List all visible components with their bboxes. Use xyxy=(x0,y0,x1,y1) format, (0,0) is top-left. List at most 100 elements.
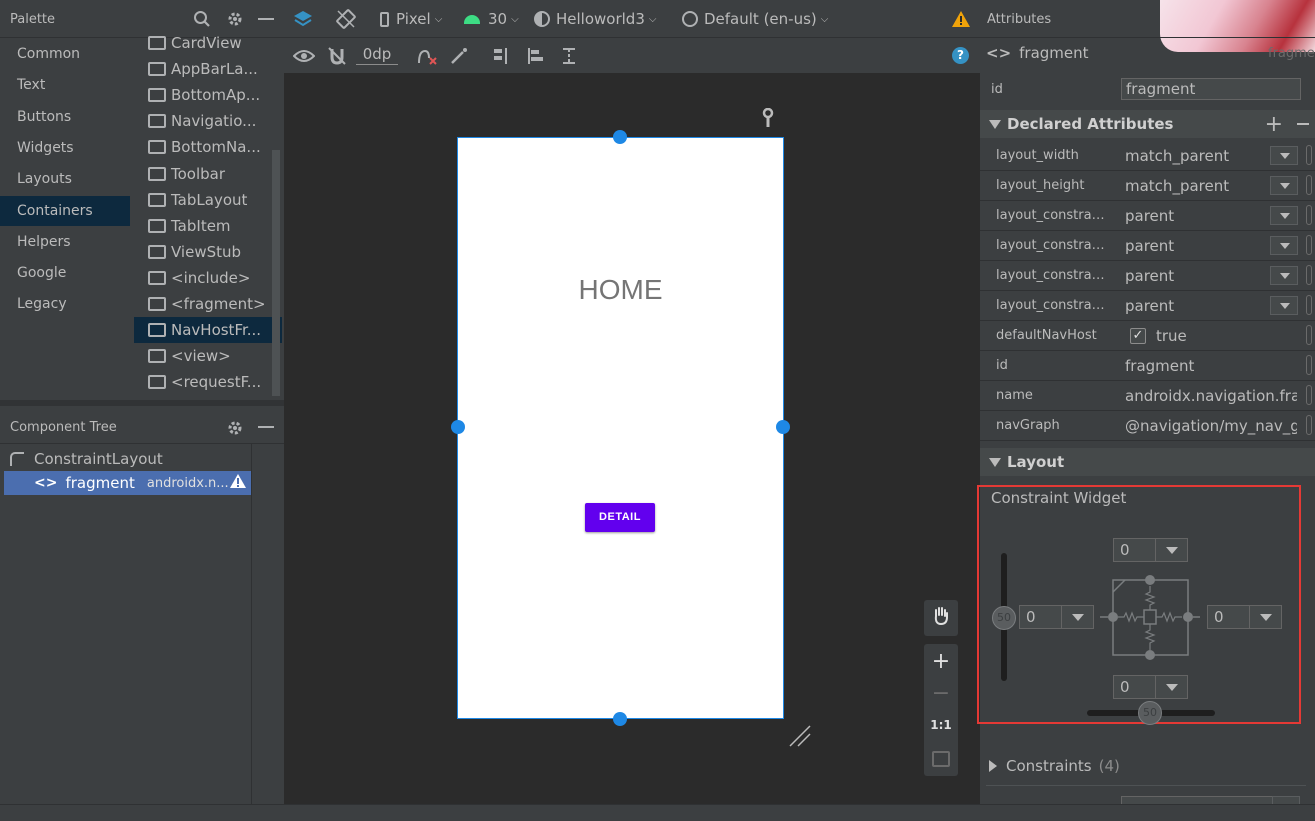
tree-minimize-icon[interactable] xyxy=(258,426,274,428)
tree-item-constraintlayout[interactable]: ConstraintLayout xyxy=(10,448,163,470)
widget-icon xyxy=(148,244,166,259)
home-label[interactable]: HOME xyxy=(457,274,784,306)
chevron-down-icon[interactable] xyxy=(1270,146,1298,165)
constraint-handle-bottom[interactable] xyxy=(613,712,627,726)
palette-category-widgets[interactable]: Widgets xyxy=(0,133,130,163)
avatar xyxy=(1160,0,1315,52)
attribute-row[interactable]: name androidx.navigation.frag xyxy=(980,381,1315,411)
palette-widget-item[interactable]: <include> xyxy=(134,265,282,291)
palette-widget-item[interactable]: <requestF... xyxy=(134,369,282,395)
attribute-row[interactable]: layout_width match_parent xyxy=(980,141,1315,171)
palette-widget-item[interactable]: TabItem xyxy=(134,213,282,239)
minimize-icon[interactable] xyxy=(258,18,274,20)
clear-constraints-icon[interactable] xyxy=(416,45,438,67)
palette-category-buttons[interactable]: Buttons xyxy=(0,102,130,132)
device-screen[interactable] xyxy=(457,137,784,719)
palette-category-containers[interactable]: Containers xyxy=(0,195,130,226)
palette-widget-item[interactable]: NavHostFr... xyxy=(134,317,282,344)
horizontal-bias-knob[interactable]: 50 xyxy=(1138,701,1162,725)
palette-category-common[interactable]: Common xyxy=(0,39,130,69)
gear-icon[interactable] xyxy=(225,9,245,29)
chevron-down-icon[interactable] xyxy=(1270,236,1298,255)
constraint-handle-left[interactable] xyxy=(451,420,465,434)
zoom-in-button[interactable]: + xyxy=(924,650,958,674)
help-icon[interactable]: ? xyxy=(952,47,969,64)
attribute-row[interactable]: layout_constrain... parent xyxy=(980,231,1315,261)
align-icon[interactable] xyxy=(524,45,548,67)
palette-widget-item[interactable]: BottomNa... xyxy=(134,134,282,160)
search-icon[interactable] xyxy=(192,9,212,29)
margin-value[interactable]: 0dp xyxy=(356,45,398,65)
wrench-icon[interactable] xyxy=(761,107,775,132)
theme-selector[interactable]: Helloworld3 ⌵ xyxy=(534,6,656,32)
margin-bottom-value: 0 xyxy=(1120,678,1130,696)
palette-category-text[interactable]: Text xyxy=(0,70,130,100)
tree-item-fragment[interactable]: <> fragment androidx.n... xyxy=(4,471,251,495)
chevron-down-icon[interactable] xyxy=(1270,206,1298,225)
palette-category-google[interactable]: Google xyxy=(0,258,130,288)
remove-attribute-icon[interactable] xyxy=(1297,123,1309,125)
attribute-value[interactable]: androidx.navigation.frag xyxy=(1125,387,1297,405)
pan-button[interactable] xyxy=(924,600,958,636)
device-selector[interactable]: Pixel ⌵ xyxy=(380,6,442,32)
attribute-value[interactable]: fragment xyxy=(1125,357,1297,375)
eye-icon[interactable] xyxy=(292,45,316,67)
tree-gear-icon[interactable] xyxy=(225,418,245,438)
pack-icon[interactable] xyxy=(490,45,512,67)
palette-widget-item[interactable]: CardView xyxy=(134,30,282,56)
palette-category-legacy[interactable]: Legacy xyxy=(0,289,130,319)
resize-handle-icon[interactable] xyxy=(788,724,812,752)
constraints-section[interactable]: Constraints (4) xyxy=(989,757,1120,775)
layers-icon[interactable] xyxy=(291,7,315,31)
palette-category-layouts[interactable]: Layouts xyxy=(0,164,130,194)
magic-wand-icon[interactable] xyxy=(448,45,470,67)
attribute-row[interactable]: layout_constrain... parent xyxy=(980,201,1315,231)
warning-icon[interactable] xyxy=(951,10,971,32)
attribute-row[interactable]: layout_constrain... parent xyxy=(980,261,1315,291)
margin-right-select[interactable]: 0 xyxy=(1207,605,1282,629)
vertical-bias-knob[interactable]: 50 xyxy=(992,606,1016,630)
chevron-down-icon[interactable] xyxy=(1270,266,1298,285)
id-field[interactable]: fragment xyxy=(1121,78,1301,100)
palette-widget-item[interactable]: <fragment> xyxy=(134,291,282,317)
detail-button[interactable]: DETAIL xyxy=(585,503,655,532)
attribute-value[interactable]: @navigation/my_nav_gr xyxy=(1125,417,1297,435)
zoom-fit-button[interactable]: 1:1 xyxy=(924,718,958,738)
palette-widget-item[interactable]: <view> xyxy=(134,343,282,369)
margin-left-select[interactable]: 0 xyxy=(1019,605,1094,629)
constraint-box-diagram[interactable] xyxy=(1100,570,1200,670)
declared-attributes-header[interactable]: Declared Attributes + xyxy=(980,110,1315,138)
palette-widget-item[interactable]: BottomAp... xyxy=(134,82,282,108)
chevron-down-icon: ⌵ xyxy=(511,13,519,25)
orientation-icon[interactable] xyxy=(334,7,358,31)
constraint-handle-top[interactable] xyxy=(613,130,627,144)
attribute-row[interactable]: defaultNavHost ✓ true xyxy=(980,321,1315,351)
warning-icon[interactable] xyxy=(229,473,247,493)
constraint-handle-right[interactable] xyxy=(776,420,790,434)
attribute-row[interactable]: id fragment xyxy=(980,351,1315,381)
palette-widget-item[interactable]: TabLayout xyxy=(134,187,282,213)
zoom-screen-icon[interactable] xyxy=(932,751,950,767)
palette-scrollbar[interactable] xyxy=(272,150,280,396)
margin-bottom-select[interactable]: 0 xyxy=(1113,675,1188,699)
chevron-down-icon[interactable] xyxy=(1270,296,1298,315)
palette-category-helpers[interactable]: Helpers xyxy=(0,227,130,257)
palette-widget-item[interactable]: Navigatio... xyxy=(134,108,282,134)
palette-widget-item[interactable]: AppBarLa... xyxy=(134,56,282,82)
guidelines-icon[interactable] xyxy=(558,45,580,67)
chevron-down-icon[interactable] xyxy=(1270,176,1298,195)
add-attribute-icon[interactable]: + xyxy=(1265,112,1283,137)
attribute-row[interactable]: layout_height match_parent xyxy=(980,171,1315,201)
api-selector[interactable]: 30 ⌵ xyxy=(464,6,519,32)
attribute-row[interactable]: navGraph @navigation/my_nav_gr xyxy=(980,411,1315,441)
layout-section-header[interactable]: Layout xyxy=(980,448,1315,476)
checkbox-icon[interactable]: ✓ xyxy=(1130,328,1146,344)
zoom-out-button[interactable]: − xyxy=(924,682,958,706)
attribute-value[interactable]: true xyxy=(1156,327,1315,345)
attribute-row[interactable]: layout_constrain... parent xyxy=(980,291,1315,321)
margin-top-select[interactable]: 0 xyxy=(1113,538,1188,562)
magnet-off-icon[interactable] xyxy=(326,45,348,67)
locale-selector[interactable]: Default (en-us) ⌵ xyxy=(682,6,828,32)
palette-widget-item[interactable]: Toolbar xyxy=(134,161,282,187)
palette-widget-item[interactable]: ViewStub xyxy=(134,239,282,265)
